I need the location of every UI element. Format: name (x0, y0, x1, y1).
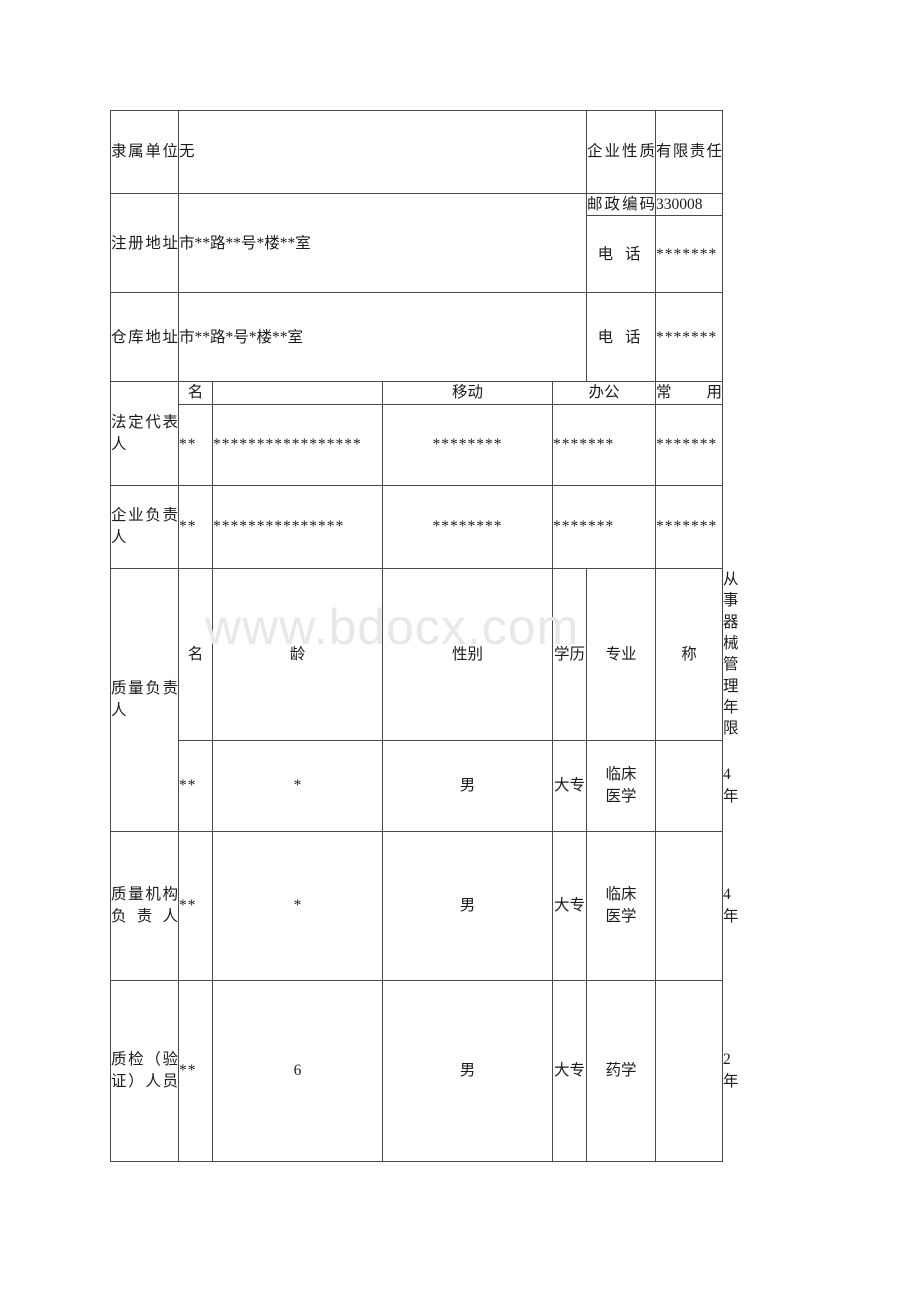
value-legal-rep-office: ******* (551, 403, 657, 486)
value-quality-org-head-gender: 男 (382, 830, 553, 981)
value-inspection-staff-title (655, 979, 724, 1162)
enterprise-information-form: 隶属单位 无 企业性质 有限责任 注册地址 市**路**号*楼**室 邮政编码 … (110, 110, 739, 1162)
table-row-quality-head-header: 质量负责人 名 龄 性别 学历 专业 称 从事器械管理年限 (110, 567, 739, 832)
value-inspection-staff-age: 6 (212, 979, 383, 1162)
label-postcode: 邮政编码 (586, 192, 657, 217)
column-header-common: 常用 (655, 381, 724, 405)
value-registered-address: 市**路**号*楼**室 (177, 192, 588, 294)
label-quality-org-head: 质量机构负责人 (110, 830, 179, 981)
value-quality-org-head-title (655, 830, 724, 981)
value-inspection-staff-gender: 男 (382, 979, 553, 1162)
label-warehouse-address: 仓库地址 (110, 292, 179, 383)
column-header-title: 称 (655, 567, 724, 741)
value-quality-head-title (655, 739, 724, 832)
table-row-affiliated-unit: 隶属单位 无 企业性质 有限责任 (110, 110, 724, 194)
label-inspection-staff: 质检（验证）人员 (110, 979, 179, 1162)
value-postcode: 330008 (655, 192, 724, 217)
label-enterprise-nature: 企业性质 (586, 110, 657, 194)
value-enterprise-head-id: *************** (212, 484, 383, 569)
table-row-quality-org-head: 质量机构负责人 ** * 男 大专 临床 医学 4年 (110, 830, 739, 981)
column-header-id (212, 381, 383, 405)
label-enterprise-head: 企业负责人 (110, 484, 179, 569)
value-quality-org-head-age: * (212, 830, 383, 981)
table-row-legal-representative-header: 法定代表人 名 移动 办公 常用 (110, 381, 724, 486)
major-line-1: 临床 (605, 886, 637, 904)
table-row-enterprise-head: 企业负责人 ** *************** ******** ******… (110, 484, 724, 569)
value-enterprise-head-common: ******* (655, 484, 724, 569)
column-header-mobile: 移动 (382, 381, 553, 405)
value-quality-org-head-major: 临床 医学 (586, 830, 657, 981)
table-row-legal-representative-values: ** ***************** ******** ******* **… (111, 403, 724, 486)
value-quality-head-age: * (212, 739, 383, 832)
value-quality-org-head-education: 大专 (551, 830, 588, 981)
value-inspection-staff-education: 大专 (551, 979, 588, 1162)
label-affiliated-unit: 隶属单位 (110, 110, 179, 194)
document-page: www.bdocx.com 隶属单位 无 企业性质 有限责任 注册地址 市**路… (0, 0, 920, 1302)
column-header-office: 办公 (551, 381, 657, 405)
value-affiliated-unit: 无 (177, 110, 588, 194)
label-legal-representative: 法定代表人 (110, 381, 179, 486)
column-header-person-name: 名 (178, 567, 213, 741)
column-header-gender: 性别 (382, 567, 553, 741)
value-quality-head-education: 大专 (551, 739, 588, 832)
table-row-inspection-staff: 质检（验证）人员 ** 6 男 大专 药学 2年 (110, 979, 739, 1162)
value-registered-phone: ******* (655, 215, 724, 294)
value-legal-rep-id: ***************** (212, 403, 383, 486)
value-inspection-staff-name: ** (178, 979, 213, 1162)
label-quality-head: 质量负责人 (110, 567, 179, 832)
value-legal-rep-mobile: ******** (382, 403, 553, 486)
value-quality-head-gender: 男 (382, 739, 553, 832)
column-header-education: 学历 (551, 567, 588, 741)
label-warehouse-phone: 电 话 (586, 292, 657, 383)
major-line-2: 医学 (605, 907, 637, 925)
value-quality-org-head-name: ** (178, 830, 213, 981)
table-row-registered-address-postcode: 注册地址 市**路**号*楼**室 邮政编码 330008 (110, 192, 724, 294)
label-registered-phone: 电 话 (586, 215, 657, 294)
major-line-1: 临床 (605, 766, 637, 784)
value-warehouse-address: 市**路*号*楼**室 (177, 292, 588, 383)
table-row-quality-head-values: ** * 男 大专 临床 医学 4年 (111, 739, 739, 832)
value-enterprise-head-name: ** (178, 484, 213, 569)
value-enterprise-nature: 有限责任 (655, 110, 724, 194)
column-header-age: 龄 (212, 567, 383, 741)
value-quality-head-name: ** (178, 739, 213, 832)
table-row-warehouse-address: 仓库地址 市**路*号*楼**室 电 话 ******* (110, 292, 724, 383)
value-enterprise-head-mobile: ******** (382, 484, 553, 569)
value-warehouse-phone: ******* (655, 292, 724, 383)
value-enterprise-head-office: ******* (551, 484, 657, 569)
value-legal-rep-common: ******* (655, 403, 724, 486)
value-quality-head-major: 临床 医学 (586, 739, 657, 832)
value-legal-rep-name: ** (178, 403, 213, 486)
value-inspection-staff-major: 药学 (586, 979, 657, 1162)
column-header-major: 专业 (586, 567, 657, 741)
major-line-2: 医学 (605, 787, 637, 805)
column-header-name: 名 (178, 381, 213, 405)
label-registered-address: 注册地址 (110, 192, 179, 294)
